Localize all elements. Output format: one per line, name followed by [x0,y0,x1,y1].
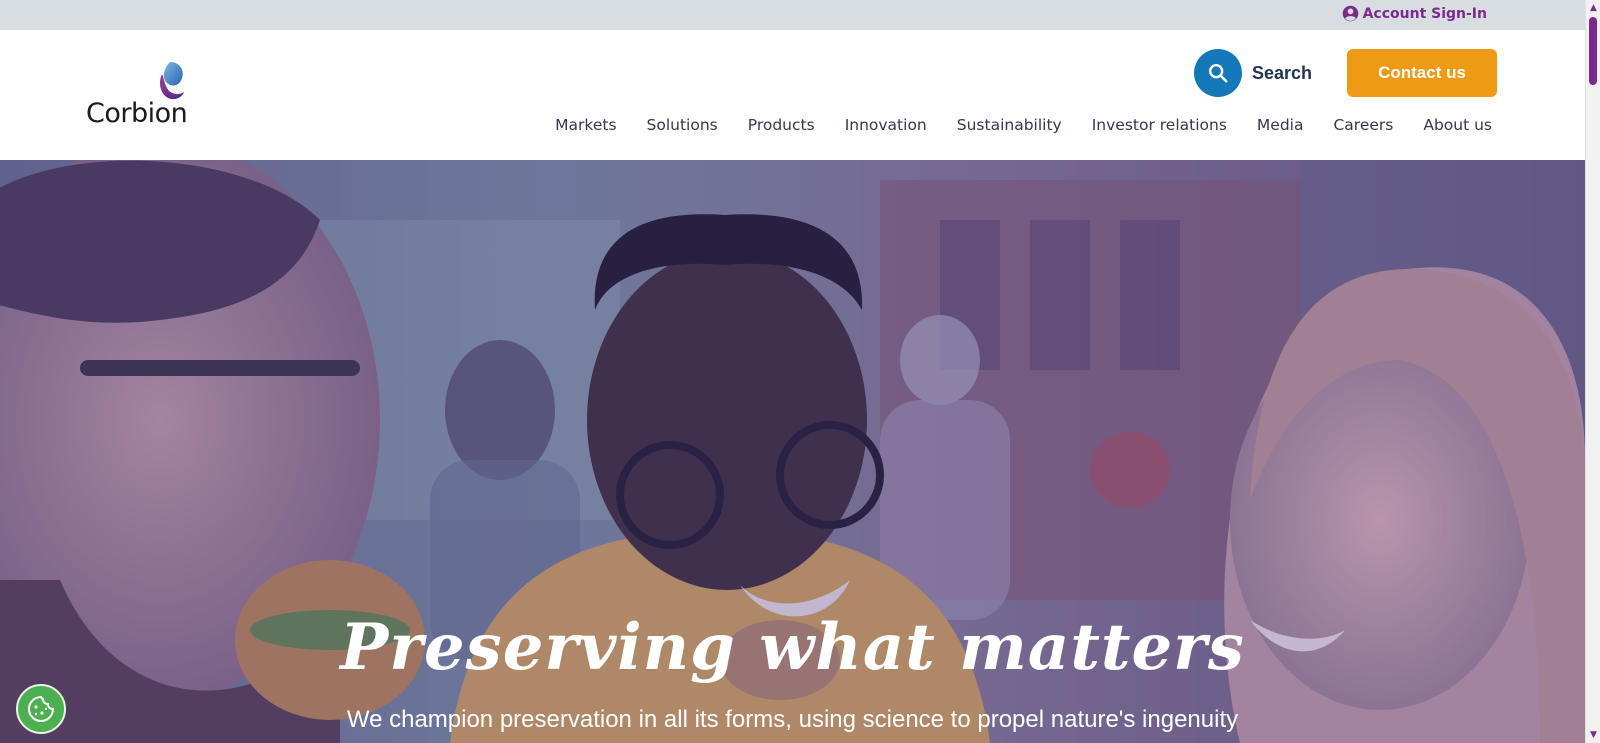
cookie-icon [28,695,55,722]
scroll-down-arrow-icon[interactable]: ▼ [1586,727,1600,743]
hero-title: Preserving what matters [340,610,1245,685]
corbion-logo[interactable]: Corbion [86,60,196,130]
scroll-thumb[interactable] [1589,17,1597,85]
hero-banner: Preserving what matters We champion pres… [0,160,1585,743]
cookie-settings-button[interactable] [16,684,66,734]
contact-us-button[interactable]: Contact us [1347,49,1497,97]
site-header: Corbion Search Contact us Markets Soluti… [0,30,1585,160]
nav-item-careers[interactable]: Careers [1318,116,1408,134]
user-circle-icon [1342,5,1358,22]
nav-item-markets[interactable]: Markets [540,116,631,134]
nav-item-innovation[interactable]: Innovation [830,116,942,134]
nav-item-sustainability[interactable]: Sustainability [942,116,1077,134]
scroll-up-arrow-icon[interactable]: ▲ [1586,0,1600,16]
account-sign-in-label: Account Sign-In [1362,5,1487,22]
page-scrollbar[interactable]: ▲ ▼ [1585,0,1600,743]
nav-item-solutions[interactable]: Solutions [632,116,733,134]
search-icon [1209,64,1228,83]
search-label: Search [1252,62,1313,83]
nav-item-about-us[interactable]: About us [1408,116,1492,134]
nav-item-investor-relations[interactable]: Investor relations [1077,116,1242,134]
search-button[interactable]: Search [1194,49,1312,97]
main-navigation: Markets Solutions Products Innovation Su… [540,116,1492,134]
hero-subtitle: We champion preservation in all its form… [346,706,1239,733]
nav-item-products[interactable]: Products [733,116,830,134]
account-sign-in-link[interactable]: Account Sign-In [1342,5,1487,22]
logo-wordmark: Corbion [86,98,188,129]
utility-bar: Account Sign-In [0,0,1585,30]
search-icon-circle [1194,49,1242,97]
nav-item-media[interactable]: Media [1242,116,1319,134]
